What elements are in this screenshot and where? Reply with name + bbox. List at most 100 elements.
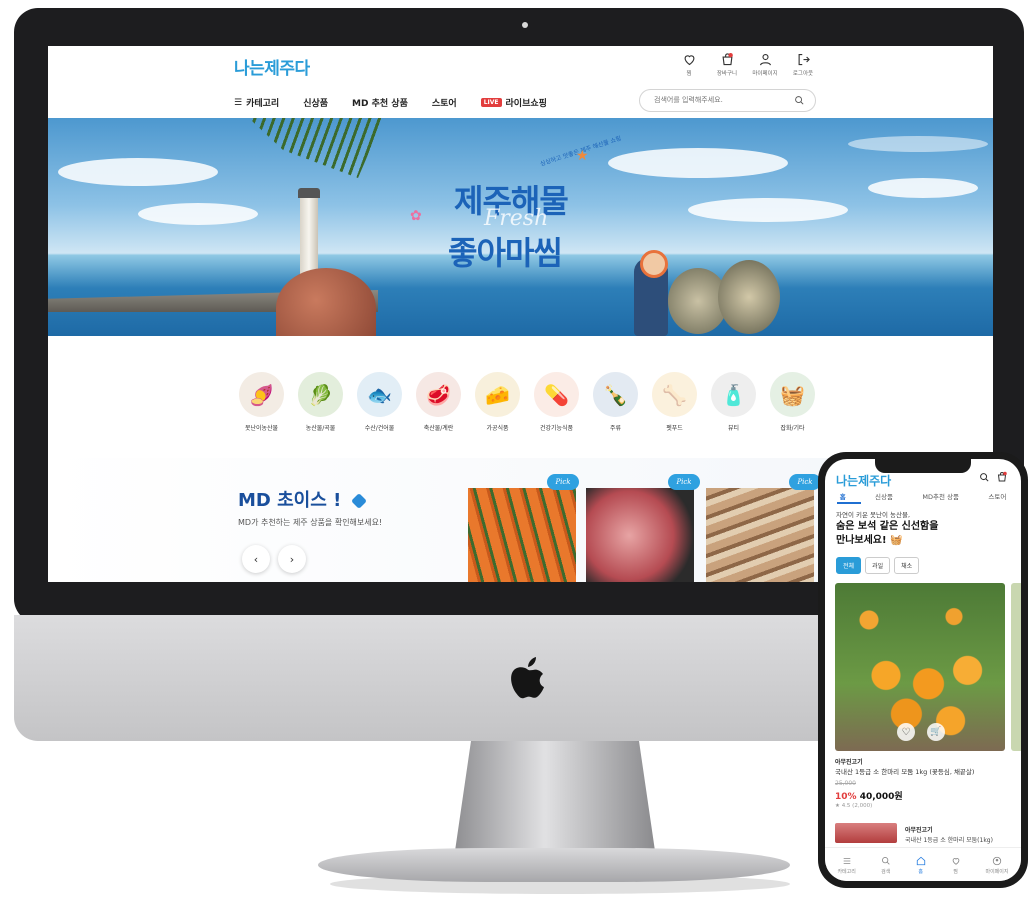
category-icon: 🥬 <box>298 372 343 417</box>
mobile-headline-1: 숨은 보석 같은 신선함을 <box>836 521 939 532</box>
category-item[interactable]: 🐟 수산/건어물 <box>356 372 403 432</box>
abalone-2 <box>718 260 780 334</box>
category-label: 못난이농산물 <box>244 425 279 432</box>
menu-icon <box>843 857 850 864</box>
header-icons: 찜 장바구니 마이페이지 로그아웃 <box>675 52 817 77</box>
logout-label: 로그아웃 <box>792 71 814 77</box>
product2-name[interactable]: 국내산 1등급 소 한마리 모둠(1kg) <box>905 835 993 844</box>
bnav-mypage-label: 마이페이지 <box>985 868 1009 875</box>
category-item[interactable]: 🦴 펫푸드 <box>651 372 698 432</box>
mobile-tab-new[interactable]: 신상품 <box>875 491 893 501</box>
category-item[interactable]: 💊 건강기능식품 <box>533 372 580 432</box>
category-label: 축산물/계란 <box>423 425 454 432</box>
md-product-beef[interactable] <box>586 488 694 582</box>
category-label: 펫푸드 <box>666 425 683 432</box>
wishlist-button[interactable]: ♡ <box>897 723 915 741</box>
next-product-peek[interactable] <box>1011 583 1021 751</box>
mobile-intro: 자연이 키운 못난이 농산물, <box>836 511 911 519</box>
category-icon: 🥩 <box>416 372 461 417</box>
nav-category-label: 카테고리 <box>246 99 280 109</box>
nav-store[interactable]: 스토어 <box>432 96 457 109</box>
category-item[interactable]: 🥬 농산물/곡물 <box>297 372 344 432</box>
sale-price: 40,000원 <box>859 792 903 802</box>
cart-icon[interactable] <box>996 471 1008 483</box>
star-icon: ★ <box>835 803 840 809</box>
product-photo[interactable]: ♡ 🛒 <box>835 583 1005 751</box>
mobile-tabs: 홈 신상품 MD추천 상품 스토어 <box>825 491 1021 501</box>
diver-face <box>640 250 668 278</box>
carrot-image <box>468 488 576 582</box>
nav-live[interactable]: LIVE 라이브쇼핑 <box>480 96 547 109</box>
lighthouse-top <box>298 188 320 198</box>
filter-chips: 전체 과일 채소 <box>836 557 920 574</box>
product2-thumb[interactable] <box>835 823 897 843</box>
mobile-logo[interactable]: 나는제주다 <box>836 472 891 489</box>
md-title-text: MD 초이스 ! <box>238 490 342 511</box>
category-label: 주류 <box>609 425 622 432</box>
bnav-search[interactable]: 검색 <box>881 856 891 875</box>
mini-octopus-icon: ✿ <box>410 208 422 224</box>
search-input[interactable] <box>652 95 786 105</box>
add-cart-button[interactable]: 🛒 <box>927 723 945 741</box>
mobile-tab-home[interactable]: 홈 <box>840 491 846 501</box>
apple-logo-icon <box>511 657 544 699</box>
nav-md[interactable]: MD 추천 상품 <box>352 96 408 109</box>
beef-image <box>586 488 694 582</box>
md-product-fish[interactable] <box>706 488 814 582</box>
mobile-tab-store[interactable]: 스토어 <box>988 491 1006 501</box>
category-item[interactable]: 🍠 못난이농산물 <box>238 372 285 432</box>
starfish-icon: ★ <box>576 148 589 164</box>
octopus <box>276 268 376 336</box>
mobile-headline-2: 만나보세요! 🧺 <box>836 535 903 546</box>
home-icon <box>916 856 925 865</box>
mobile-screen: 나는제주다 홈 신상품 MD추천 상품 스토어 자연이 키운 못난이 농산물, … <box>825 459 1021 881</box>
logout-link[interactable]: 로그아웃 <box>789 52 817 77</box>
camera-dot <box>522 22 528 28</box>
nav-new[interactable]: 신상품 <box>303 96 328 109</box>
wishlist-link[interactable]: 찜 <box>675 52 703 77</box>
product-name[interactable]: 국내산 1등급 소 한마리 모둠 1kg (꽃등심, 채끝살) <box>835 766 974 776</box>
wishlist-label: 찜 <box>686 71 692 77</box>
category-item[interactable]: 🍾 주류 <box>592 372 639 432</box>
category-item[interactable]: 🧺 잡화/기타 <box>769 372 816 432</box>
product2-brand: 아무진고기 <box>905 827 933 834</box>
bnav-wishlist[interactable]: 찜 <box>951 856 961 875</box>
chip-fruit[interactable]: 과일 <box>865 557 891 574</box>
md-product-carrot[interactable] <box>468 488 576 582</box>
search-box <box>639 89 816 112</box>
md-next-button[interactable]: › <box>278 545 306 573</box>
discount-rate: 10% <box>835 792 857 802</box>
chip-all[interactable]: 전체 <box>836 557 862 574</box>
mypage-link[interactable]: 마이페이지 <box>751 52 779 77</box>
category-item[interactable]: 🧀 가공식품 <box>474 372 521 432</box>
tab-underline <box>837 502 861 504</box>
site-logo[interactable]: 나는제주다 <box>234 54 310 79</box>
category-label: 수산/건어물 <box>364 425 395 432</box>
product-brand: 아무진고기 <box>835 759 863 766</box>
nav-category[interactable]: ☰ 카테고리 <box>234 96 280 110</box>
chip-vegetable[interactable]: 채소 <box>894 557 920 574</box>
category-icon: 🍠 <box>239 372 284 417</box>
category-label: 농산물/곡물 <box>305 425 336 432</box>
search-icon[interactable] <box>794 95 805 106</box>
md-prev-button[interactable]: ‹ <box>242 545 270 573</box>
cart-link[interactable]: 장바구니 <box>713 52 741 77</box>
bnav-home[interactable]: 홈 <box>916 856 926 875</box>
category-icon: 🍾 <box>593 372 638 417</box>
mobile-tab-md[interactable]: MD추천 상품 <box>922 491 959 501</box>
live-badge: LIVE <box>480 98 502 107</box>
hero-banner[interactable]: 싱싱하고 맛좋은 제주 해산물 쇼핑 ★ ✿ 제주해물 Fresh 좋아마씸 <box>48 118 993 336</box>
search-icon[interactable] <box>979 472 990 483</box>
mypage-label: 마이페이지 <box>752 71 778 77</box>
category-item[interactable]: 🥩 축산물/계란 <box>415 372 462 432</box>
bnav-category[interactable]: 카테고리 <box>837 856 856 875</box>
heart-icon <box>952 857 959 865</box>
bnav-category-label: 카테고리 <box>837 868 856 875</box>
category-icon: 💊 <box>534 372 579 417</box>
md-title: MD 초이스 ! <box>238 486 367 512</box>
category-item[interactable]: 🧴 뷰티 <box>710 372 757 432</box>
user-icon <box>759 53 771 66</box>
logout-icon <box>798 53 810 66</box>
rating: ★ 4.5 (2,000) <box>835 803 872 809</box>
bnav-mypage[interactable]: 마이페이지 <box>985 856 1009 875</box>
